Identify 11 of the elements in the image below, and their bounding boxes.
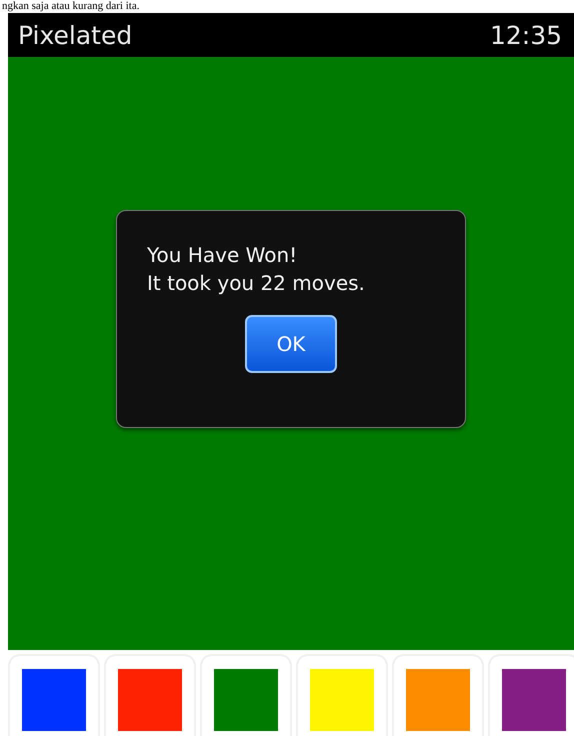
color-button[interactable] [8, 654, 100, 736]
clock-time: 12:35 [490, 20, 562, 50]
color-button[interactable] [392, 654, 484, 736]
app-title: Pixelated [18, 20, 132, 50]
color-button[interactable] [104, 654, 196, 736]
dialog-message: You Have Won! It took you 22 moves. [147, 242, 366, 296]
color-button[interactable] [200, 654, 292, 736]
page-text: ngkan saja atau kurang dari ita. [1, 0, 140, 13]
color-button[interactable] [296, 654, 388, 736]
ok-button[interactable]: OK [245, 314, 337, 372]
color-button[interactable] [488, 654, 574, 736]
